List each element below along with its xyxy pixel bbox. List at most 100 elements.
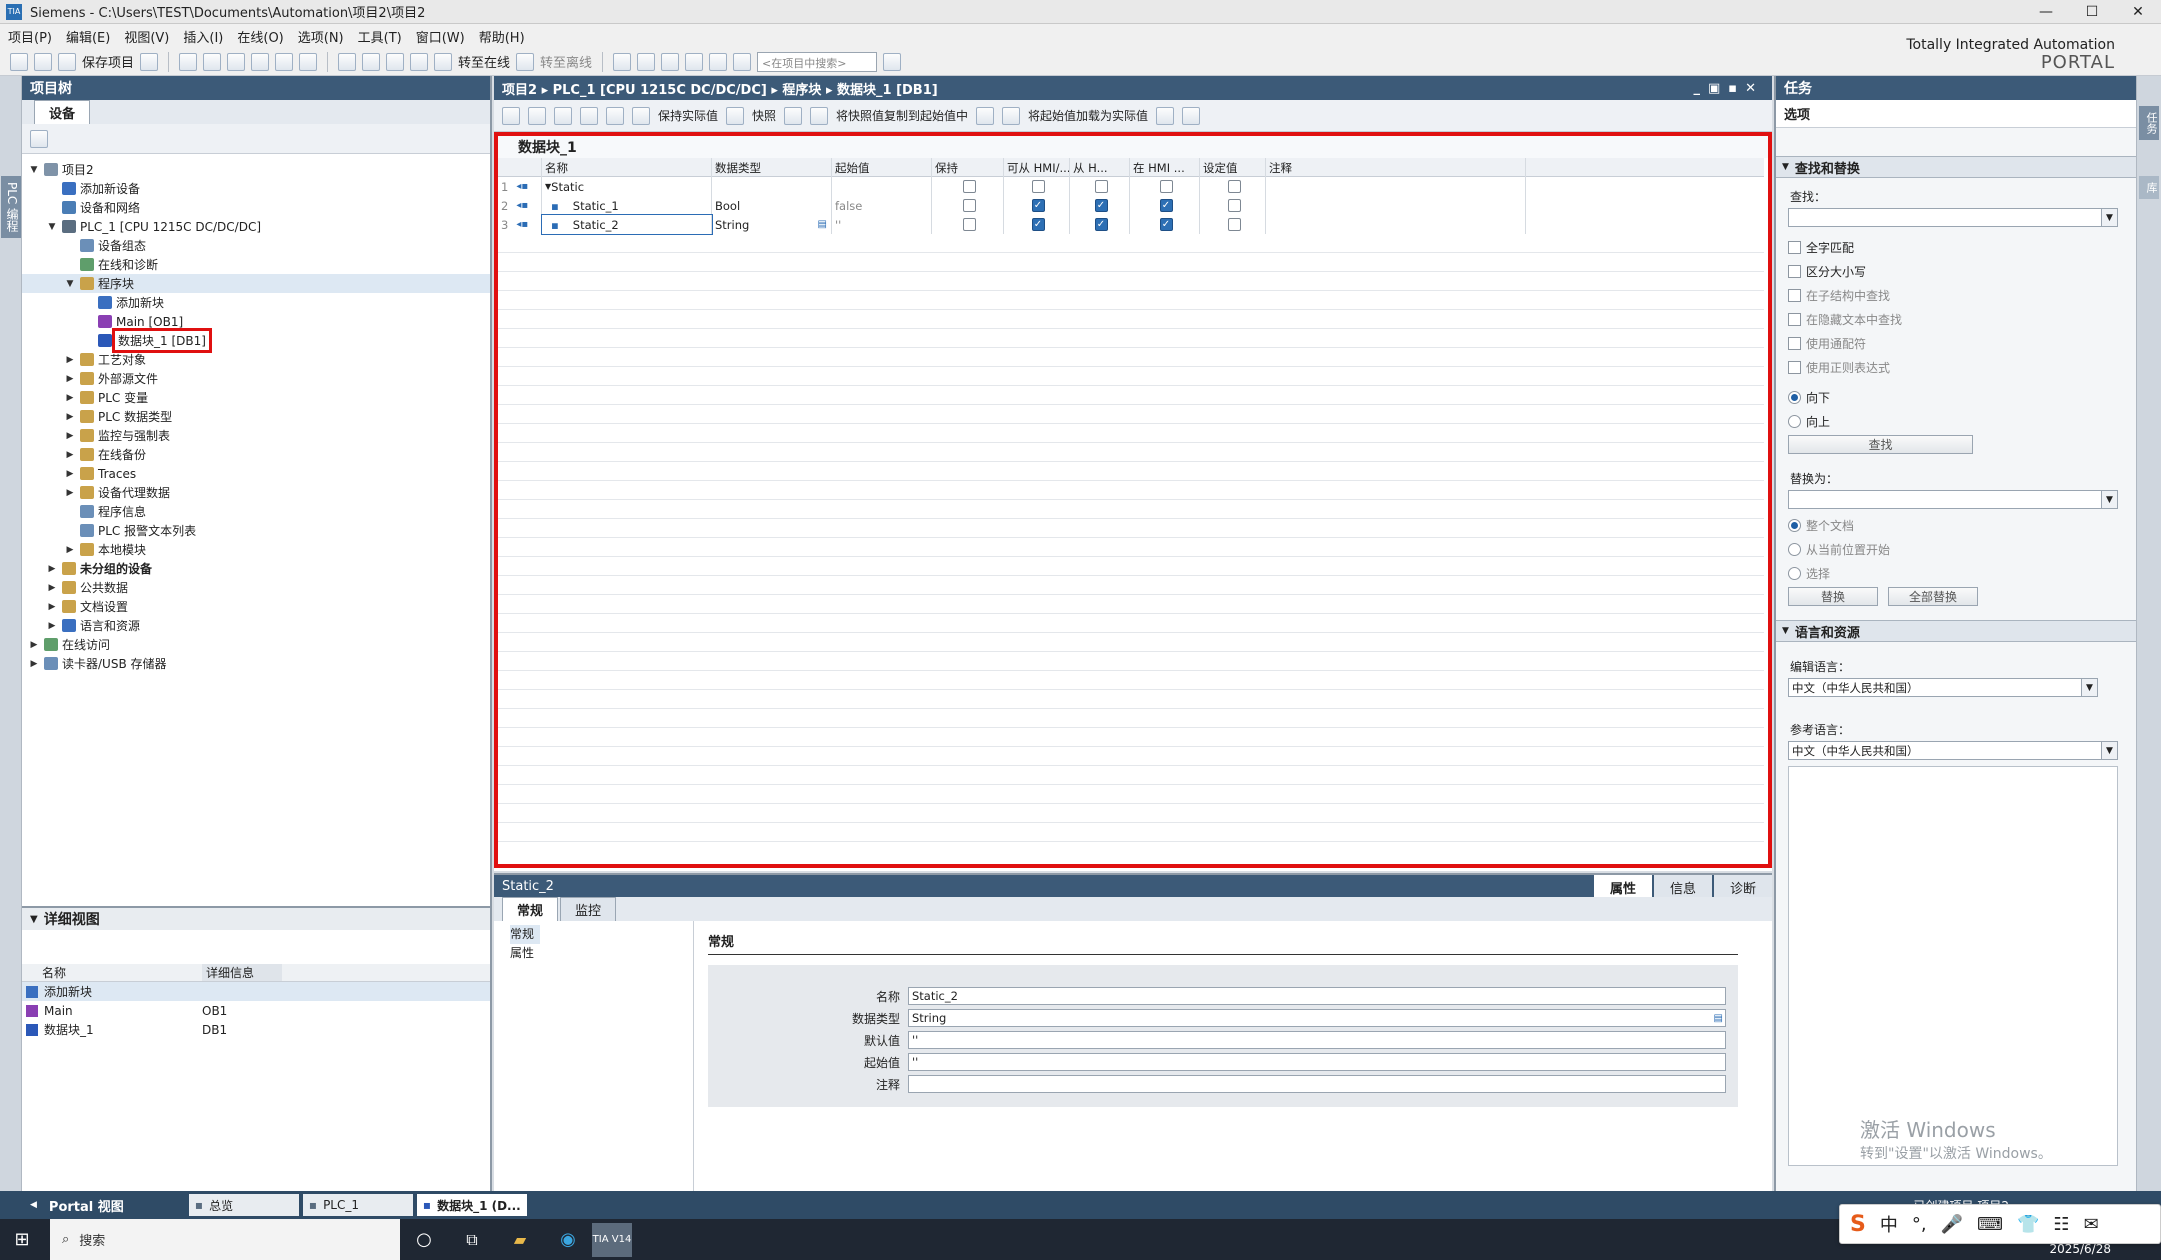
copy-icon[interactable] xyxy=(203,52,222,71)
language-section[interactable]: ▼ 语言和资源 xyxy=(1776,620,2136,642)
setpoint-checkbox[interactable] xyxy=(1227,199,1241,212)
go-online-icon[interactable] xyxy=(434,52,453,71)
inspector-nav-item[interactable]: 属性 xyxy=(510,944,677,963)
find-option-checkbox[interactable]: 在子结构中查找 xyxy=(1776,283,2136,307)
tab-devices[interactable]: 设备 xyxy=(34,100,91,124)
collapse-arrow-icon[interactable]: ▶ xyxy=(64,450,76,460)
minimize-button[interactable]: — xyxy=(2023,0,2069,24)
keep-actual-values-button[interactable]: 保持实际值 xyxy=(658,107,718,124)
details-row[interactable]: 添加新块 xyxy=(22,982,490,1001)
tree-node[interactable]: ▼ 程序块 xyxy=(22,274,490,293)
libraries-strip-tab[interactable]: 库 xyxy=(2139,176,2159,199)
grid-column-header[interactable]: 起始值 xyxy=(832,158,932,177)
insert-row-icon[interactable] xyxy=(502,106,520,125)
copy-snapshot2-icon[interactable] xyxy=(810,106,829,125)
collapse-arrow-icon[interactable]: ▶ xyxy=(64,545,76,555)
menu-item-8[interactable]: 帮助(H) xyxy=(479,27,525,46)
collapse-arrow-icon[interactable]: ▶ xyxy=(64,412,76,422)
tree-node[interactable]: ▶ 外部源文件 xyxy=(22,369,490,388)
accessible-devices-icon[interactable] xyxy=(613,52,632,71)
grid-column-header[interactable]: 在 HMI ... xyxy=(1130,158,1200,177)
tree-node[interactable]: ▶ 在线备份 xyxy=(22,445,490,464)
task-view-icon[interactable]: ⧉ xyxy=(448,1230,496,1250)
edit-language-select[interactable]: 中文（中华人民共和国） ▼ xyxy=(1788,678,2098,697)
details-row[interactable]: 数据块_1 DB1 xyxy=(22,1020,490,1039)
sogou-icon[interactable]: S xyxy=(1850,1212,1866,1237)
hmi-visible-checkbox[interactable] xyxy=(1159,180,1173,193)
datatype-cell[interactable]: String ▤ xyxy=(712,215,832,234)
cross-reference-icon[interactable] xyxy=(685,52,704,71)
editor-window-controls[interactable]: _▣▪✕ xyxy=(1694,81,1773,96)
tree-node[interactable]: Main [OB1] xyxy=(22,312,490,331)
field-value[interactable]: '' xyxy=(908,1053,1726,1071)
db-row[interactable]: 1 ◂▪ ▼ Static xyxy=(498,177,1764,196)
tree-node[interactable]: 数据块_1 [DB1] xyxy=(22,328,490,353)
collapse-arrow-icon[interactable]: ▶ xyxy=(64,431,76,441)
collapse-arrow-icon[interactable]: ▶ xyxy=(64,488,76,498)
setpoint-checkbox[interactable] xyxy=(1227,218,1241,231)
scope-radio[interactable]: 从当前位置开始 xyxy=(1776,537,2136,561)
overview-icon[interactable] xyxy=(606,106,624,125)
tab-1[interactable]: 监控 xyxy=(560,897,617,921)
compile-icon[interactable] xyxy=(338,52,357,71)
hmi-accessible-checkbox[interactable]: ✓ xyxy=(1031,199,1045,212)
load-start-values-button[interactable]: 将起始值加载为实际值 xyxy=(1028,107,1148,124)
datatype-cell[interactable]: Bool xyxy=(712,196,832,215)
find-combo[interactable]: ▼ xyxy=(1788,208,2118,227)
direction-down-radio[interactable]: 向下 xyxy=(1776,385,2136,409)
taskbar-search[interactable]: ⌕ 搜索 xyxy=(50,1219,400,1260)
chevron-down-icon[interactable]: ▼ xyxy=(2081,679,2097,696)
go-online-button[interactable]: 转至在线 xyxy=(458,52,510,71)
search-icon[interactable] xyxy=(883,52,902,71)
collapse-arrow-icon[interactable]: ▶ xyxy=(64,374,76,384)
split-vertical-icon[interactable] xyxy=(733,52,752,71)
replace-all-button[interactable]: 全部替换 xyxy=(1888,587,1978,606)
load-actual-icon[interactable] xyxy=(1156,106,1175,125)
grid-column-header[interactable] xyxy=(498,158,542,177)
monitor-icon[interactable] xyxy=(632,106,650,125)
datatype-cell[interactable] xyxy=(712,177,832,196)
tree-node[interactable]: ▶ PLC 变量 xyxy=(22,388,490,407)
snapshot-icon[interactable] xyxy=(726,106,745,125)
editor-tab-2[interactable]: ▪ 数据块_1 (D... xyxy=(416,1194,527,1216)
tree-node[interactable]: 添加新设备 xyxy=(22,179,490,198)
find-replace-section[interactable]: ▼ 查找和替换 xyxy=(1776,156,2136,178)
tree-node[interactable]: ▶ 文档设置 xyxy=(22,597,490,616)
scope-radio[interactable]: 选择 xyxy=(1776,561,2136,585)
start-value-cell[interactable] xyxy=(832,177,932,196)
ime-item-0[interactable]: 中 xyxy=(1880,1211,1898,1237)
tree-node[interactable]: ▶ Traces xyxy=(22,464,490,483)
find-option-checkbox[interactable]: 区分大小写 xyxy=(1776,259,2136,283)
undo-icon[interactable] xyxy=(275,52,294,71)
menu-item-2[interactable]: 视图(V) xyxy=(124,27,169,46)
grid-column-header[interactable]: 可从 HMI/... xyxy=(1004,158,1070,177)
replace-combo[interactable]: ▼ xyxy=(1788,490,2118,509)
open-project-icon[interactable] xyxy=(34,52,52,71)
collapse-arrow-icon[interactable]: ▶ xyxy=(46,602,58,612)
comment-cell[interactable] xyxy=(1266,196,1526,215)
find-option-checkbox[interactable]: 使用正则表达式 xyxy=(1776,355,2136,379)
ime-item-6[interactable]: ✉ xyxy=(2084,1214,2099,1235)
load-start-icon[interactable] xyxy=(976,106,995,125)
hmi-accessible-checkbox[interactable] xyxy=(1031,180,1045,193)
field-value[interactable]: Static_2 xyxy=(908,987,1726,1005)
collapse-all-icon[interactable] xyxy=(580,106,598,125)
ime-item-1[interactable]: °, xyxy=(1912,1214,1927,1235)
portal-view-button[interactable]: Portal 视图 xyxy=(49,1196,189,1215)
copy-snapshot-button[interactable]: 将快照值复制到起始值中 xyxy=(836,107,968,124)
tree-node[interactable]: ▶ 工艺对象 xyxy=(22,350,490,369)
tree-node[interactable]: ▼ PLC_1 [CPU 1215C DC/DC/DC] xyxy=(22,217,490,236)
grid-column-header[interactable]: 注释 xyxy=(1266,158,1526,177)
project-search-input[interactable]: <在项目中搜索> xyxy=(757,51,878,72)
field-value[interactable] xyxy=(908,1075,1726,1093)
windows-start-icon[interactable]: ⊞ xyxy=(0,1229,44,1250)
ime-item-2[interactable]: 🎤 xyxy=(1941,1214,1963,1235)
editor-tab-0[interactable]: ▪ 总览 xyxy=(188,1194,299,1216)
start-value-cell[interactable]: '' xyxy=(832,215,932,234)
inspector-tab-2[interactable]: 诊断 xyxy=(1713,875,1772,897)
find-button[interactable]: 查找 xyxy=(1788,435,1973,454)
cortana-icon[interactable]: ○ xyxy=(400,1229,448,1250)
inspector-nav-item[interactable]: 常规 xyxy=(510,925,540,944)
menu-item-5[interactable]: 选项(N) xyxy=(298,27,344,46)
snapshot-button[interactable]: 快照 xyxy=(752,107,776,124)
